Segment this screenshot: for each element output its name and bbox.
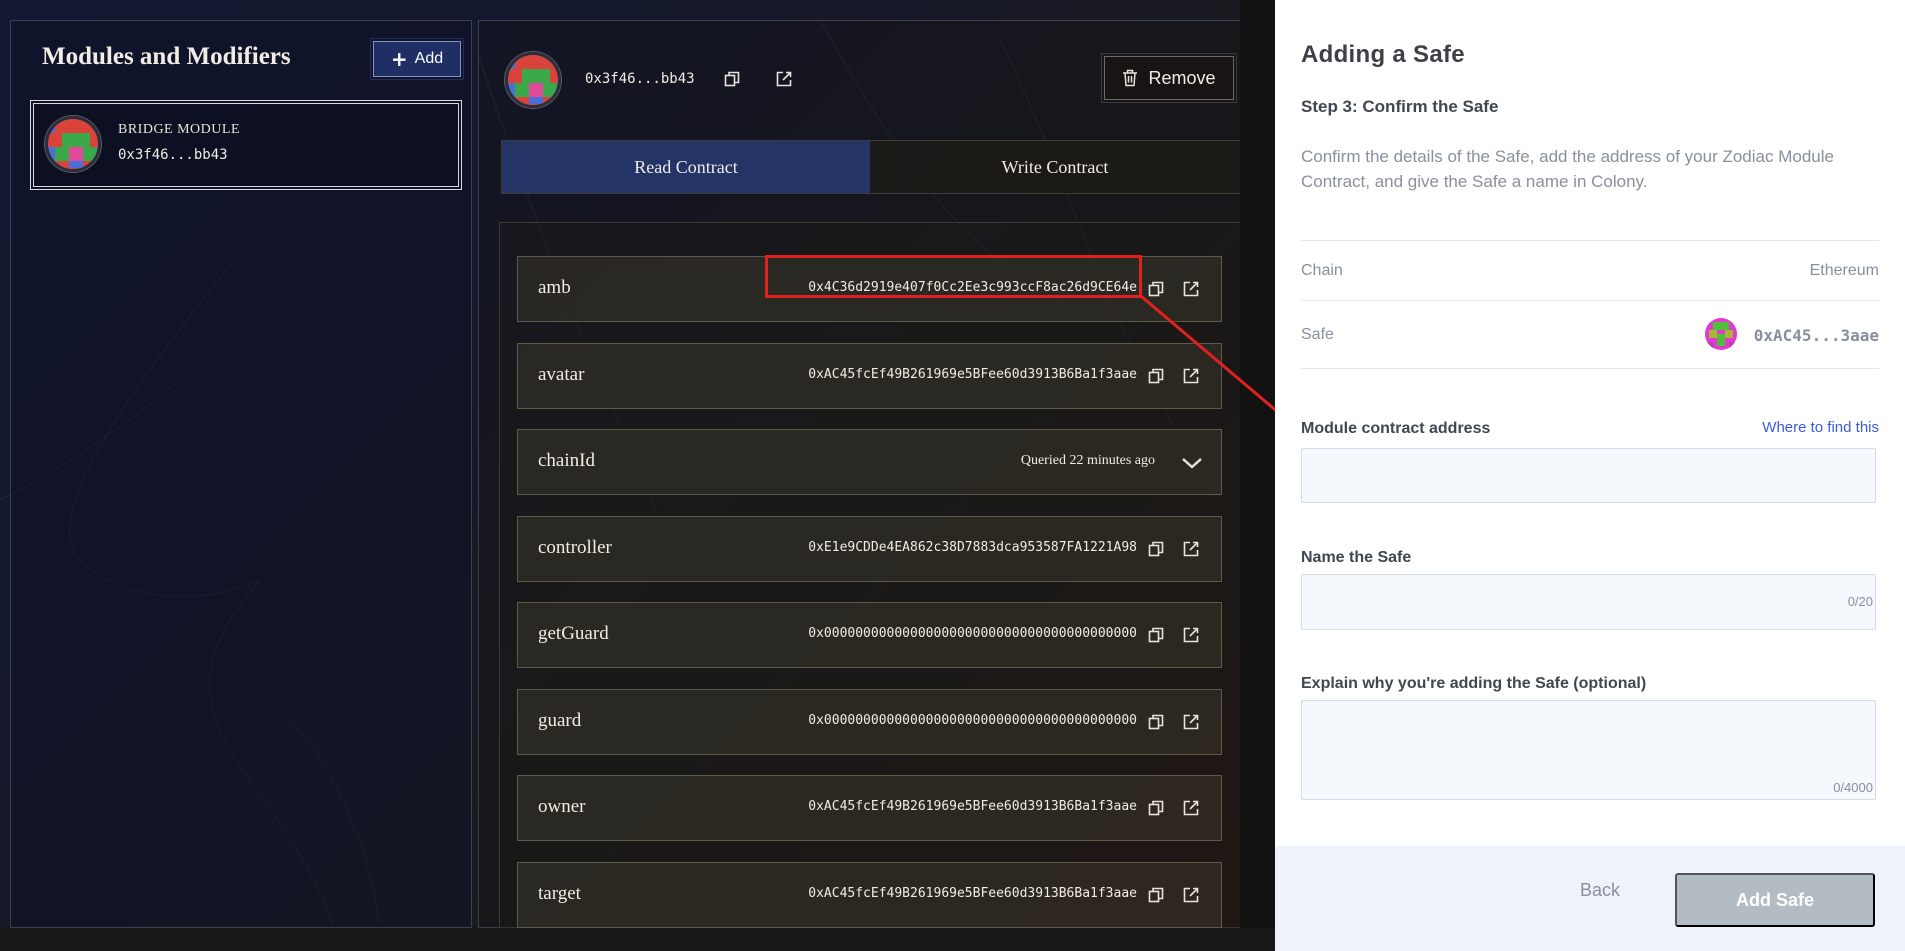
module-address-label: Module contract address: [1301, 420, 1491, 437]
contract-tabs: Read Contract Write Contract: [501, 140, 1240, 194]
function-name: avatar: [538, 364, 585, 385]
dialog-description: Confirm the details of the Safe, add the…: [1301, 147, 1834, 191]
back-button[interactable]: Back: [1580, 880, 1620, 901]
queried-timestamp: Queried 22 minutes ago: [1020, 453, 1155, 468]
add-safe-button[interactable]: Add Safe: [1675, 873, 1875, 927]
copy-icon[interactable]: [1146, 366, 1166, 386]
chevron-down-icon[interactable]: [1179, 452, 1205, 474]
tab-read-contract[interactable]: Read Contract: [502, 141, 870, 193]
bottom-bar: [0, 928, 1275, 951]
function-row-target[interactable]: target 0xAC45fcEf49B261969e5BFee60d3913B…: [517, 862, 1222, 928]
safe-name-label: Name the Safe: [1301, 549, 1412, 566]
backdrop-overlay: [1240, 0, 1275, 951]
remove-module-button[interactable]: Remove: [1101, 53, 1237, 103]
module-address: 0x3f46...bb43: [118, 147, 228, 163]
function-name: guard: [538, 710, 582, 731]
function-row-avatar[interactable]: avatar 0xAC45fcEf49B261969e5BFee60d3913B…: [517, 343, 1222, 409]
function-row-chainid[interactable]: chainId Queried 22 minutes ago: [517, 429, 1222, 495]
safe-avatar: [1705, 318, 1737, 350]
function-value: 0xAC45fcEf49B261969e5BFee60d3913B6Ba1f3a…: [808, 799, 1137, 814]
step-title: Step 3: Confirm the Safe: [1301, 97, 1499, 116]
copy-icon[interactable]: [1146, 539, 1166, 559]
trash-icon: [1123, 69, 1138, 87]
where-to-find-link[interactable]: Where to find this: [1762, 419, 1879, 436]
copy-icon[interactable]: [1146, 279, 1166, 299]
divider: [1301, 300, 1879, 301]
add-module-button[interactable]: + Add: [370, 38, 464, 80]
safe-address: 0xAC45...3aae: [1753, 326, 1879, 345]
function-name: controller: [538, 537, 612, 558]
function-row-owner[interactable]: owner 0xAC45fcEf49B261969e5BFee60d3913B6…: [517, 775, 1222, 841]
function-value: 0xE1e9CDDe4EA862c38D7883dca953587FA1221A…: [808, 540, 1137, 555]
function-value: 0xAC45fcEf49B261969e5BFee60d3913B6Ba1f3a…: [808, 367, 1137, 382]
explain-textarea[interactable]: [1301, 700, 1876, 800]
safe-name-counter: 0/20: [1847, 594, 1873, 609]
function-name: getGuard: [538, 623, 609, 644]
explain-counter: 0/4000: [1833, 780, 1873, 795]
function-row-amb[interactable]: amb 0x4C36d2919e407f0Cc2Ee3c993ccF8ac26d…: [517, 256, 1222, 322]
function-value: 0x00000000000000000000000000000000000000…: [808, 626, 1137, 641]
function-value: 0x4C36d2919e407f0Cc2Ee3c993ccF8ac26d9CE6…: [808, 280, 1137, 295]
external-link-icon[interactable]: [1181, 366, 1201, 386]
module-name: BRIDGE MODULE: [118, 122, 240, 137]
external-link-icon[interactable]: [1181, 798, 1201, 818]
divider: [1301, 240, 1879, 241]
module-detail-panel: 0x3f46...bb43 Remove Read Contract Write…: [478, 20, 1240, 929]
module-header-avatar: [505, 52, 561, 108]
external-link-icon[interactable]: [774, 69, 794, 89]
copy-icon[interactable]: [1146, 885, 1166, 905]
dialog-title: Adding a Safe: [1301, 41, 1465, 68]
explain-label: Explain why you're adding the Safe (opti…: [1301, 675, 1647, 692]
add-safe-dialog: Adding a Safe Step 3: Confirm the Safe C…: [1275, 0, 1905, 951]
function-value: 0xAC45fcEf49B261969e5BFee60d3913B6Ba1f3a…: [808, 886, 1137, 901]
dialog-footer: Back Add Safe: [1275, 846, 1905, 951]
modules-panel: Modules and Modifiers + Add BRIDGE MODUL…: [10, 20, 472, 928]
module-header-address: 0x3f46...bb43: [585, 71, 695, 87]
safe-label: Safe: [1301, 326, 1334, 343]
chain-value: Ethereum: [1809, 262, 1879, 279]
copy-icon[interactable]: [1146, 712, 1166, 732]
function-row-controller[interactable]: controller 0xE1e9CDDe4EA862c38D7883dca95…: [517, 516, 1222, 582]
copy-icon[interactable]: [1146, 798, 1166, 818]
external-link-icon[interactable]: [1181, 712, 1201, 732]
module-card-bridge[interactable]: BRIDGE MODULE 0x3f46...bb43: [30, 100, 462, 190]
plus-icon: +: [390, 47, 408, 71]
external-link-icon[interactable]: [1181, 279, 1201, 299]
remove-label: Remove: [1148, 67, 1216, 88]
copy-icon[interactable]: [1146, 625, 1166, 645]
function-row-getguard[interactable]: getGuard 0x00000000000000000000000000000…: [517, 602, 1222, 668]
zodiac-app: Modules and Modifiers + Add BRIDGE MODUL…: [0, 0, 1240, 951]
function-name: chainId: [538, 450, 595, 471]
function-row-guard[interactable]: guard 0x00000000000000000000000000000000…: [517, 689, 1222, 755]
copy-icon[interactable]: [722, 69, 742, 89]
function-name: amb: [538, 277, 571, 298]
chain-label: Chain: [1301, 262, 1343, 279]
add-module-label: Add: [414, 50, 444, 67]
external-link-icon[interactable]: [1181, 885, 1201, 905]
external-link-icon[interactable]: [1181, 539, 1201, 559]
function-value: 0x00000000000000000000000000000000000000…: [808, 713, 1137, 728]
divider: [1301, 368, 1879, 369]
external-link-icon[interactable]: [1181, 625, 1201, 645]
module-address-input[interactable]: [1301, 448, 1876, 503]
modules-title: Modules and Modifiers: [42, 43, 291, 70]
module-avatar: [45, 116, 101, 172]
safe-name-input[interactable]: [1301, 574, 1876, 630]
function-name: target: [538, 883, 581, 904]
tab-write-contract[interactable]: Write Contract: [870, 141, 1240, 193]
function-name: owner: [538, 796, 586, 817]
